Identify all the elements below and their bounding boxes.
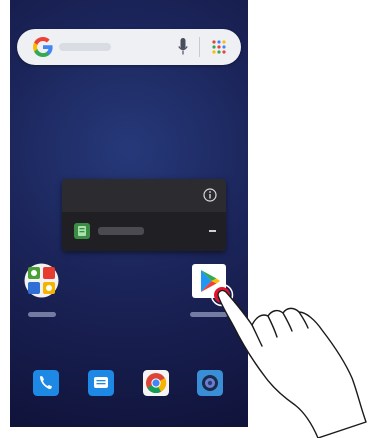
hand-icon [217,289,367,438]
tap-gesture-illustration [210,283,367,438]
